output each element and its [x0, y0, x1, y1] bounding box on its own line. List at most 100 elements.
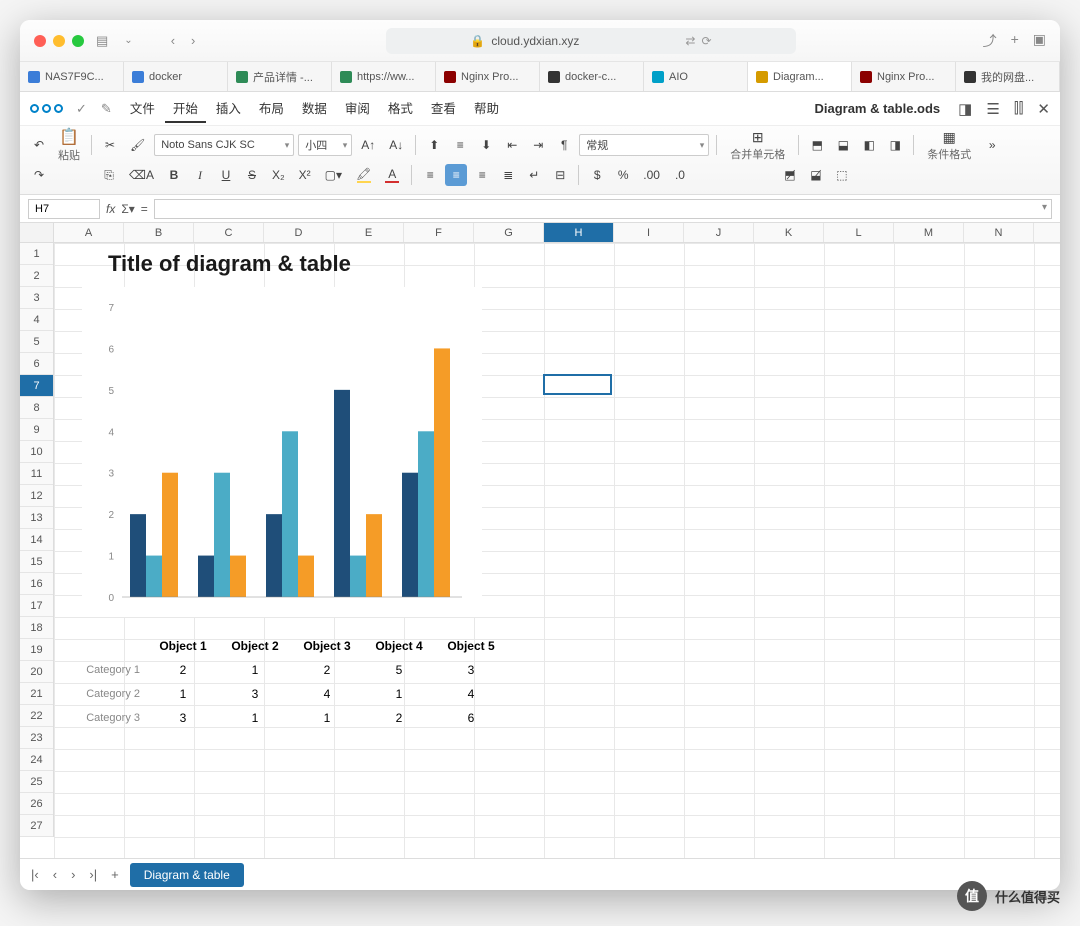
maximize-window-button[interactable]: [72, 35, 84, 47]
formula-input[interactable]: [154, 199, 1052, 219]
back-button[interactable]: ‹: [167, 33, 179, 48]
dropdown-icon[interactable]: ⌄: [120, 35, 136, 46]
column-header[interactable]: D: [264, 223, 334, 242]
row-header[interactable]: 18: [20, 617, 53, 639]
italic-button[interactable]: I: [189, 164, 211, 186]
row-header[interactable]: 7: [20, 375, 53, 397]
decimal-inc-button[interactable]: .00: [638, 164, 665, 186]
menu-布局[interactable]: 布局: [251, 94, 292, 123]
first-sheet-button[interactable]: |‹: [28, 867, 42, 882]
subscript-button[interactable]: X₂: [267, 164, 290, 186]
url-bar[interactable]: 🔒 cloud.ydxian.xyz ⇄ ⟳: [386, 28, 796, 54]
cut-button[interactable]: ✂: [99, 134, 121, 156]
align-bottom-button[interactable]: ⬇: [475, 134, 497, 156]
row-header[interactable]: 16: [20, 573, 53, 595]
tabs-overview-icon[interactable]: ▣: [1033, 31, 1046, 51]
column-header[interactable]: F: [404, 223, 474, 242]
column-header[interactable]: C: [194, 223, 264, 242]
browser-tab[interactable]: docker: [124, 62, 228, 91]
format-painter-button[interactable]: 🖌: [125, 134, 150, 156]
menu-文件[interactable]: 文件: [122, 94, 163, 123]
align-justify-button[interactable]: ≣: [497, 164, 519, 186]
forward-button[interactable]: ›: [187, 33, 199, 48]
menu-帮助[interactable]: 帮助: [466, 94, 507, 123]
check-icon[interactable]: ✓: [72, 101, 91, 117]
row-header[interactable]: 26: [20, 793, 53, 815]
percent-button[interactable]: %: [612, 164, 634, 186]
column-header[interactable]: H: [544, 223, 614, 242]
row-header[interactable]: 22: [20, 705, 53, 727]
row-header[interactable]: 27: [20, 815, 53, 837]
row-header[interactable]: 25: [20, 771, 53, 793]
row-header[interactable]: 17: [20, 595, 53, 617]
row-header[interactable]: 13: [20, 507, 53, 529]
indent-decrease-button[interactable]: ⇤: [501, 134, 523, 156]
add-sheet-button[interactable]: +: [108, 867, 122, 882]
cell-grid[interactable]: Title of diagram & table01234567Object 1…: [54, 243, 1060, 858]
currency-button[interactable]: $: [586, 164, 608, 186]
browser-tab[interactable]: docker-c...: [540, 62, 644, 91]
equals-icon[interactable]: =: [141, 202, 148, 216]
row-header[interactable]: 21: [20, 683, 53, 705]
indent-increase-button[interactable]: ⇥: [527, 134, 549, 156]
decrease-font-button[interactable]: A↓: [384, 134, 408, 156]
column-header[interactable]: L: [824, 223, 894, 242]
close-app-icon[interactable]: ✕: [1037, 100, 1050, 118]
row-header[interactable]: 12: [20, 485, 53, 507]
sidebar-toggle-icon[interactable]: ▤: [92, 33, 112, 49]
increase-font-button[interactable]: A↑: [356, 134, 380, 156]
column-header[interactable]: K: [754, 223, 824, 242]
close-window-button[interactable]: [34, 35, 46, 47]
selected-cell[interactable]: [543, 374, 612, 395]
menu-查看[interactable]: 查看: [423, 94, 464, 123]
column-header[interactable]: N: [964, 223, 1034, 242]
wrap-text-button[interactable]: ↵: [523, 164, 545, 186]
row-header[interactable]: 9: [20, 419, 53, 441]
more-button[interactable]: »: [981, 134, 1003, 156]
text-direction-button[interactable]: ¶: [553, 134, 575, 156]
browser-tab[interactable]: Nginx Pro...: [852, 62, 956, 91]
browser-tab[interactable]: 我的网盘...: [956, 62, 1060, 91]
column-header[interactable]: E: [334, 223, 404, 242]
menu-格式[interactable]: 格式: [380, 94, 421, 123]
row-header[interactable]: 20: [20, 661, 53, 683]
sheet-tab[interactable]: Diagram & table: [130, 863, 244, 887]
align-right-button[interactable]: ≡: [471, 164, 493, 186]
reload-icon[interactable]: ⟳: [701, 34, 711, 48]
browser-tab[interactable]: Diagram...: [748, 62, 852, 91]
column-header[interactable]: I: [614, 223, 684, 242]
font-color-button[interactable]: A: [380, 164, 404, 186]
align-middle-button[interactable]: ≡: [449, 134, 471, 156]
delete-row-button[interactable]: ⬒̸: [779, 164, 801, 186]
row-header[interactable]: 19: [20, 639, 53, 661]
browser-tab[interactable]: 产品详情 -...: [228, 62, 332, 91]
column-header[interactable]: B: [124, 223, 194, 242]
insert-col-right-button[interactable]: ◨: [884, 134, 906, 156]
redo-button[interactable]: ↷: [28, 164, 50, 186]
undo-button[interactable]: ↶: [28, 134, 50, 156]
browser-tab[interactable]: AIO: [644, 62, 748, 91]
column-header[interactable]: G: [474, 223, 544, 242]
merge-cells-label[interactable]: 合并单元格: [730, 146, 785, 162]
insert-row-above-button[interactable]: ⬒: [806, 134, 828, 156]
minimize-window-button[interactable]: [53, 35, 65, 47]
superscript-button[interactable]: X²: [294, 164, 316, 186]
row-header[interactable]: 6: [20, 353, 53, 375]
menu-数据[interactable]: 数据: [294, 94, 335, 123]
row-header[interactable]: 4: [20, 309, 53, 331]
align-top-button[interactable]: ⬆: [423, 134, 445, 156]
row-header[interactable]: 14: [20, 529, 53, 551]
function-icon[interactable]: fx: [106, 202, 115, 216]
copy-button[interactable]: ⎘: [98, 164, 120, 186]
menu-插入[interactable]: 插入: [208, 94, 249, 123]
share-icon[interactable]: ⤴: [983, 31, 997, 51]
border-button[interactable]: ▢▾: [320, 164, 347, 186]
translate-icon[interactable]: ⇄: [685, 34, 695, 48]
layout-panel-icon[interactable]: ◨: [958, 100, 972, 118]
highlight-color-button[interactable]: 🖍: [351, 164, 376, 186]
align-center-button[interactable]: ≡: [445, 164, 467, 186]
font-size-select[interactable]: 小四: [298, 134, 352, 156]
row-header[interactable]: 15: [20, 551, 53, 573]
align-left-button[interactable]: ≡: [419, 164, 441, 186]
browser-tab[interactable]: Nginx Pro...: [436, 62, 540, 91]
